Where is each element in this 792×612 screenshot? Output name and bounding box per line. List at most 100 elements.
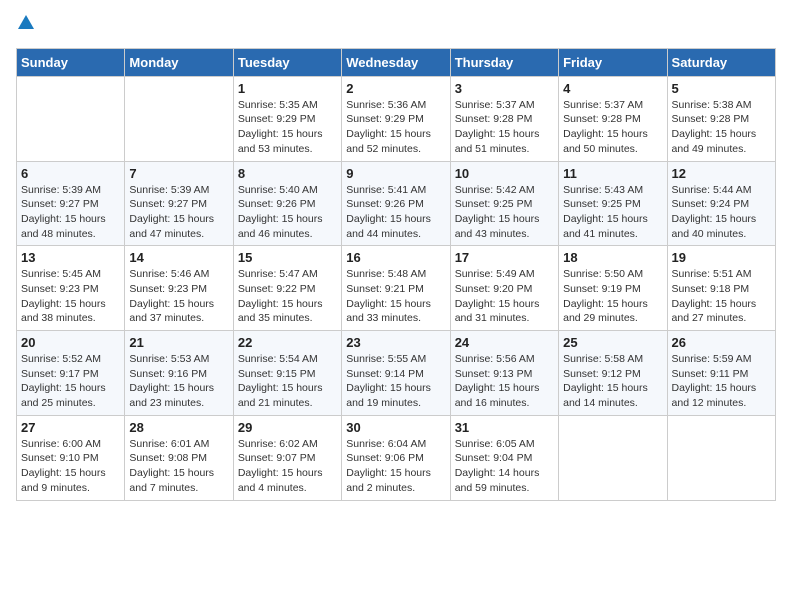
calendar-day-cell: 18 Sunrise: 5:50 AMSunset: 9:19 PMDayligh… [559,246,667,331]
day-number: 5 [672,81,771,96]
calendar-day-cell [125,76,233,161]
day-detail: Sunrise: 5:46 AMSunset: 9:23 PMDaylight:… [129,267,228,326]
calendar-day-cell: 28 Sunrise: 6:01 AMSunset: 9:08 PMDayligh… [125,415,233,500]
day-detail: Sunrise: 5:40 AMSunset: 9:26 PMDaylight:… [238,183,337,242]
calendar-day-cell: 14 Sunrise: 5:46 AMSunset: 9:23 PMDayligh… [125,246,233,331]
day-number: 7 [129,166,228,181]
day-number: 25 [563,335,662,350]
day-number: 24 [455,335,554,350]
day-detail: Sunrise: 5:59 AMSunset: 9:11 PMDaylight:… [672,352,771,411]
day-detail: Sunrise: 5:44 AMSunset: 9:24 PMDaylight:… [672,183,771,242]
day-number: 27 [21,420,120,435]
calendar-day-cell: 25 Sunrise: 5:58 AMSunset: 9:12 PMDayligh… [559,331,667,416]
day-number: 11 [563,166,662,181]
day-detail: Sunrise: 5:42 AMSunset: 9:25 PMDaylight:… [455,183,554,242]
calendar-day-cell: 12 Sunrise: 5:44 AMSunset: 9:24 PMDayligh… [667,161,775,246]
day-number: 18 [563,250,662,265]
calendar-day-cell: 27 Sunrise: 6:00 AMSunset: 9:10 PMDayligh… [17,415,125,500]
day-detail: Sunrise: 5:36 AMSunset: 9:29 PMDaylight:… [346,98,445,157]
calendar-day-cell: 23 Sunrise: 5:55 AMSunset: 9:14 PMDayligh… [342,331,450,416]
day-number: 9 [346,166,445,181]
calendar-day-cell: 29Sunrise: 6:02 AMSunset: 9:07 PMDayligh… [233,415,341,500]
day-detail: Sunrise: 5:54 AMSunset: 9:15 PMDaylight:… [238,352,337,411]
day-number: 15 [238,250,337,265]
calendar-week-row: 6Sunrise: 5:39 AMSunset: 9:27 PMDaylight… [17,161,776,246]
logo [16,16,34,36]
calendar-day-cell: 26 Sunrise: 5:59 AMSunset: 9:11 PMDayligh… [667,331,775,416]
day-detail: Sunrise: 5:55 AMSunset: 9:14 PMDaylight:… [346,352,445,411]
day-number: 26 [672,335,771,350]
calendar-week-row: 20 Sunrise: 5:52 AMSunset: 9:17 PMDayligh… [17,331,776,416]
calendar-day-cell: 24Sunrise: 5:56 AMSunset: 9:13 PMDayligh… [450,331,558,416]
day-detail: Sunrise: 6:02 AMSunset: 9:07 PMDaylight:… [238,437,337,496]
day-number: 31 [455,420,554,435]
day-number: 13 [21,250,120,265]
calendar-day-cell: 16Sunrise: 5:48 AMSunset: 9:21 PMDayligh… [342,246,450,331]
day-of-week-header: Tuesday [233,48,341,76]
day-number: 23 [346,335,445,350]
day-number: 22 [238,335,337,350]
day-detail: Sunrise: 5:53 AMSunset: 9:16 PMDaylight:… [129,352,228,411]
calendar-day-cell: 19 Sunrise: 5:51 AMSunset: 9:18 PMDayligh… [667,246,775,331]
day-detail: Sunrise: 5:35 AMSunset: 9:29 PMDaylight:… [238,98,337,157]
calendar-day-cell: 5 Sunrise: 5:38 AMSunset: 9:28 PMDaylight… [667,76,775,161]
calendar-day-cell: 7Sunrise: 5:39 AMSunset: 9:27 PMDaylight… [125,161,233,246]
day-of-week-header: Thursday [450,48,558,76]
calendar-day-cell: 13 Sunrise: 5:45 AMSunset: 9:23 PMDayligh… [17,246,125,331]
day-detail: Sunrise: 5:51 AMSunset: 9:18 PMDaylight:… [672,267,771,326]
day-number: 30 [346,420,445,435]
day-number: 17 [455,250,554,265]
calendar-body: 1 Sunrise: 5:35 AMSunset: 9:29 PMDaylight… [17,76,776,500]
calendar-day-cell: 31 Sunrise: 6:05 AMSunset: 9:04 PMDayligh… [450,415,558,500]
day-of-week-header: Friday [559,48,667,76]
day-number: 12 [672,166,771,181]
day-detail: Sunrise: 5:58 AMSunset: 9:12 PMDaylight:… [563,352,662,411]
calendar-day-cell: 8 Sunrise: 5:40 AMSunset: 9:26 PMDaylight… [233,161,341,246]
day-number: 3 [455,81,554,96]
day-detail: Sunrise: 5:52 AMSunset: 9:17 PMDaylight:… [21,352,120,411]
calendar-day-cell [559,415,667,500]
calendar-day-cell: 2 Sunrise: 5:36 AMSunset: 9:29 PMDaylight… [342,76,450,161]
calendar-day-cell: 20 Sunrise: 5:52 AMSunset: 9:17 PMDayligh… [17,331,125,416]
day-number: 19 [672,250,771,265]
calendar-day-cell: 10 Sunrise: 5:42 AMSunset: 9:25 PMDayligh… [450,161,558,246]
calendar-day-cell: 11 Sunrise: 5:43 AMSunset: 9:25 PMDayligh… [559,161,667,246]
calendar-day-cell [667,415,775,500]
day-number: 20 [21,335,120,350]
day-number: 28 [129,420,228,435]
day-number: 8 [238,166,337,181]
calendar-week-row: 13 Sunrise: 5:45 AMSunset: 9:23 PMDayligh… [17,246,776,331]
calendar-day-cell: 15 Sunrise: 5:47 AMSunset: 9:22 PMDayligh… [233,246,341,331]
day-detail: Sunrise: 5:49 AMSunset: 9:20 PMDaylight:… [455,267,554,326]
calendar-day-cell: 3 Sunrise: 5:37 AMSunset: 9:28 PMDaylight… [450,76,558,161]
day-number: 10 [455,166,554,181]
day-detail: Sunrise: 5:41 AMSunset: 9:26 PMDaylight:… [346,183,445,242]
day-detail: Sunrise: 5:39 AMSunset: 9:27 PMDaylight:… [21,183,120,242]
calendar-table: SundayMondayTuesdayWednesdayThursdayFrid… [16,48,776,501]
day-of-week-row: SundayMondayTuesdayWednesdayThursdayFrid… [17,48,776,76]
calendar-day-cell: 4Sunrise: 5:37 AMSunset: 9:28 PMDaylight… [559,76,667,161]
calendar-day-cell: 9 Sunrise: 5:41 AMSunset: 9:26 PMDaylight… [342,161,450,246]
calendar-day-cell: 21 Sunrise: 5:53 AMSunset: 9:16 PMDayligh… [125,331,233,416]
day-detail: Sunrise: 5:43 AMSunset: 9:25 PMDaylight:… [563,183,662,242]
calendar-day-cell: 30 Sunrise: 6:04 AMSunset: 9:06 PMDayligh… [342,415,450,500]
day-of-week-header: Monday [125,48,233,76]
day-detail: Sunrise: 5:50 AMSunset: 9:19 PMDaylight:… [563,267,662,326]
day-number: 14 [129,250,228,265]
calendar-week-row: 1 Sunrise: 5:35 AMSunset: 9:29 PMDaylight… [17,76,776,161]
day-number: 2 [346,81,445,96]
logo-triangle-icon [18,15,34,29]
day-detail: Sunrise: 5:38 AMSunset: 9:28 PMDaylight:… [672,98,771,157]
day-detail: Sunrise: 6:05 AMSunset: 9:04 PMDaylight:… [455,437,554,496]
day-detail: Sunrise: 5:45 AMSunset: 9:23 PMDaylight:… [21,267,120,326]
day-number: 21 [129,335,228,350]
day-number: 1 [238,81,337,96]
day-number: 16 [346,250,445,265]
day-detail: Sunrise: 6:04 AMSunset: 9:06 PMDaylight:… [346,437,445,496]
day-detail: Sunrise: 5:47 AMSunset: 9:22 PMDaylight:… [238,267,337,326]
day-detail: Sunrise: 5:37 AMSunset: 9:28 PMDaylight:… [455,98,554,157]
day-detail: Sunrise: 5:37 AMSunset: 9:28 PMDaylight:… [563,98,662,157]
day-detail: Sunrise: 6:01 AMSunset: 9:08 PMDaylight:… [129,437,228,496]
day-detail: Sunrise: 6:00 AMSunset: 9:10 PMDaylight:… [21,437,120,496]
calendar-day-cell: 1 Sunrise: 5:35 AMSunset: 9:29 PMDaylight… [233,76,341,161]
